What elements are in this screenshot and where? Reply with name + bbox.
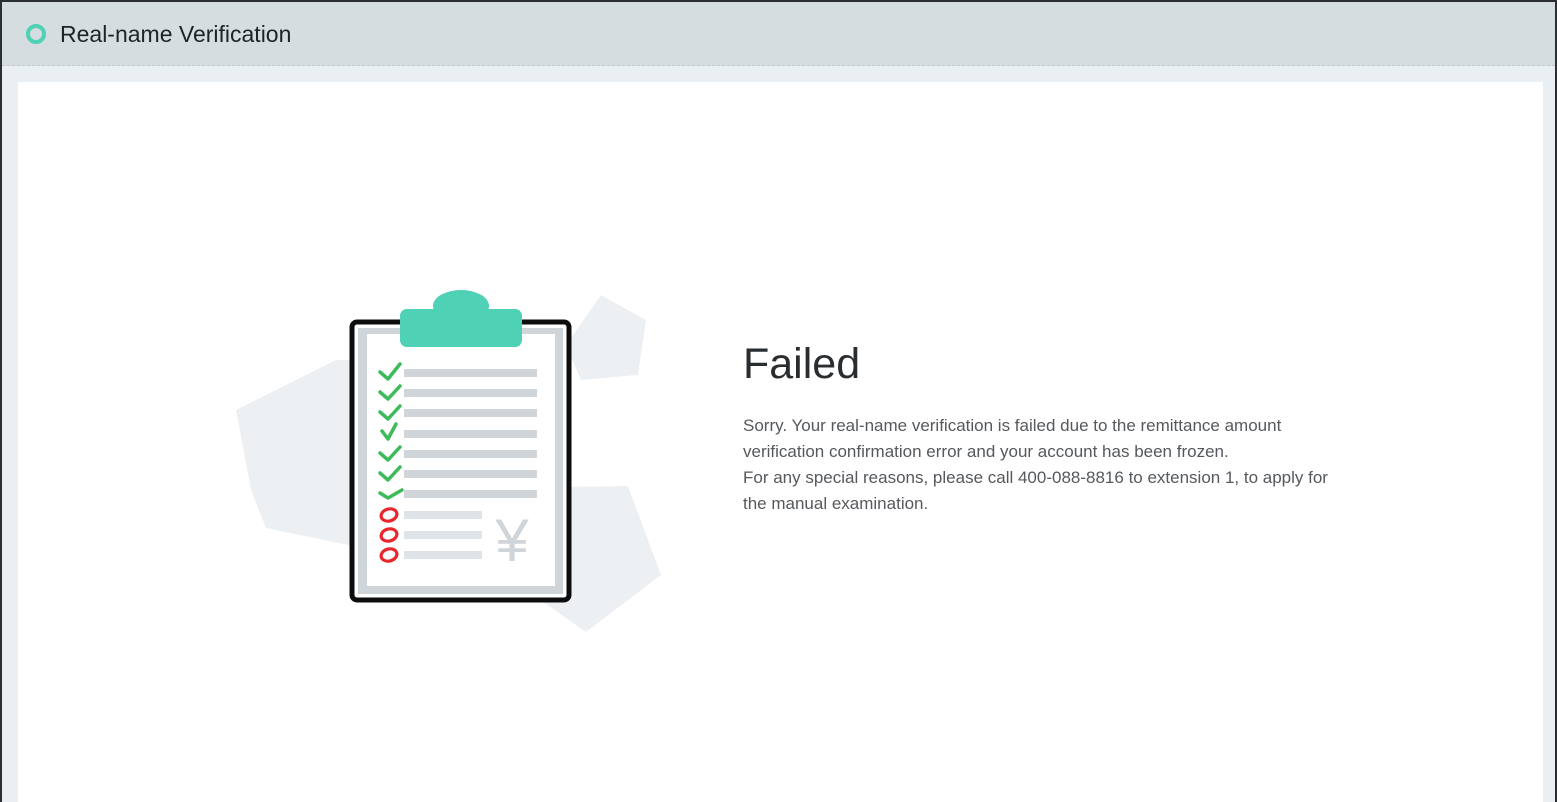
clipboard-clip — [400, 309, 522, 347]
window-left-border — [0, 0, 2, 802]
yen-icon: ¥ — [494, 507, 529, 574]
result-message: Sorry. Your real-name verification is fa… — [743, 413, 1343, 517]
result-message-line: For any special reasons, please call 400… — [743, 468, 1328, 513]
status-ring-icon — [26, 24, 46, 44]
result-status-title: Failed — [743, 340, 861, 388]
result-message-line: Sorry. Your real-name verification is fa… — [743, 416, 1282, 461]
page-header: Real-name Verification — [2, 2, 1555, 66]
clipboard-checklist-icon: ¥ — [236, 290, 661, 632]
background-shape — [566, 295, 646, 380]
page-title: Real-name Verification — [60, 21, 292, 47]
